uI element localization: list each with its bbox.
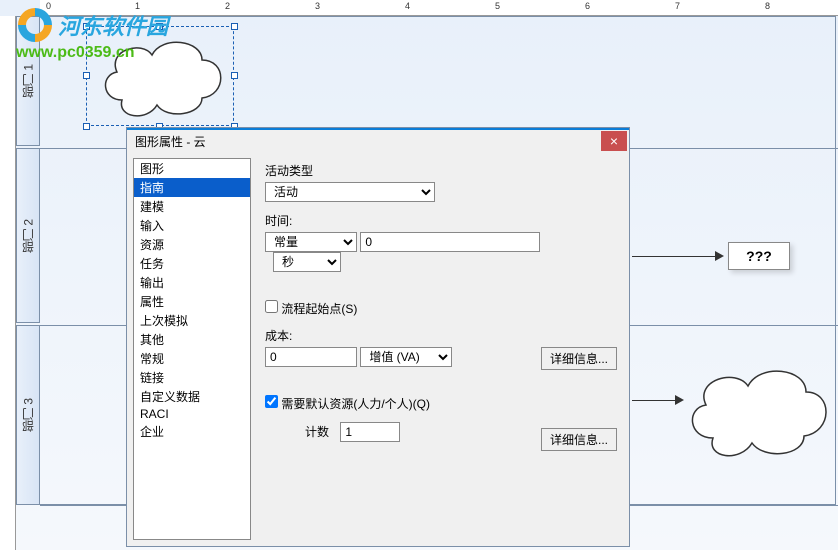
- dialog-titlebar[interactable]: 图形属性 - 云 ×: [127, 128, 629, 152]
- sidebar-item-link[interactable]: 链接: [134, 368, 250, 387]
- cost-value-input[interactable]: [265, 347, 357, 367]
- time-type-select[interactable]: 常量: [265, 232, 357, 252]
- sidebar-item-general[interactable]: 常规: [134, 349, 250, 368]
- swimlane-header-1[interactable]: 部门 1: [16, 16, 40, 146]
- cloud-shape-selected[interactable]: [92, 30, 228, 122]
- sidebar-item-task[interactable]: 任务: [134, 254, 250, 273]
- cost-label: 成本:: [265, 327, 617, 344]
- properties-form: 活动类型 活动 时间: 常量 秒 流程起始点(S): [259, 158, 623, 540]
- close-button[interactable]: ×: [601, 131, 627, 151]
- count-input[interactable]: [340, 422, 400, 442]
- time-unit-select[interactable]: 秒: [273, 252, 341, 272]
- sidebar-item-guide[interactable]: 指南: [134, 178, 250, 197]
- time-value-input[interactable]: [360, 232, 540, 252]
- swimlane-header-2[interactable]: 部门 2: [16, 148, 40, 323]
- question-node[interactable]: ???: [728, 242, 790, 270]
- sidebar-item-model[interactable]: 建模: [134, 197, 250, 216]
- sidebar-item-raci[interactable]: RACI: [134, 406, 250, 422]
- start-point-checkbox[interactable]: 流程起始点(S): [265, 300, 617, 317]
- swimlane-header-3[interactable]: 部门 3: [16, 325, 40, 505]
- detail-button-1[interactable]: 详细信息...: [541, 347, 617, 370]
- cloud-shape-2[interactable]: [678, 358, 833, 463]
- count-label: 计数: [305, 425, 329, 439]
- sidebar-item-customdata[interactable]: 自定义数据: [134, 387, 250, 406]
- sidebar-item-property[interactable]: 属性: [134, 292, 250, 311]
- shape-properties-dialog: 图形属性 - 云 × 图形 指南 建模 输入 资源 任务 输出 属性 上次模拟 …: [126, 127, 630, 547]
- sidebar-item-shape[interactable]: 图形: [134, 159, 250, 178]
- cost-type-select[interactable]: 增值 (VA): [360, 347, 452, 367]
- time-label: 时间:: [265, 212, 617, 229]
- sidebar-item-lastsim[interactable]: 上次模拟: [134, 311, 250, 330]
- default-resource-checkbox[interactable]: 需要默认资源(人力/个人)(Q): [265, 395, 617, 412]
- sidebar-item-enterprise[interactable]: 企业: [134, 422, 250, 441]
- dialog-title: 图形属性 - 云: [135, 133, 206, 150]
- sidebar-item-output[interactable]: 输出: [134, 273, 250, 292]
- detail-button-2[interactable]: 详细信息...: [541, 428, 617, 451]
- sidebar-item-input[interactable]: 输入: [134, 216, 250, 235]
- vertical-ruler: [0, 16, 16, 550]
- horizontal-ruler: 0 1 2 3 4 5 6 7 8: [40, 0, 838, 16]
- category-list[interactable]: 图形 指南 建模 输入 资源 任务 输出 属性 上次模拟 其他 常规 链接 自定…: [133, 158, 251, 540]
- sidebar-item-other[interactable]: 其他: [134, 330, 250, 349]
- activity-type-label: 活动类型: [265, 162, 617, 179]
- sidebar-item-resource[interactable]: 资源: [134, 235, 250, 254]
- activity-type-select[interactable]: 活动: [265, 182, 435, 202]
